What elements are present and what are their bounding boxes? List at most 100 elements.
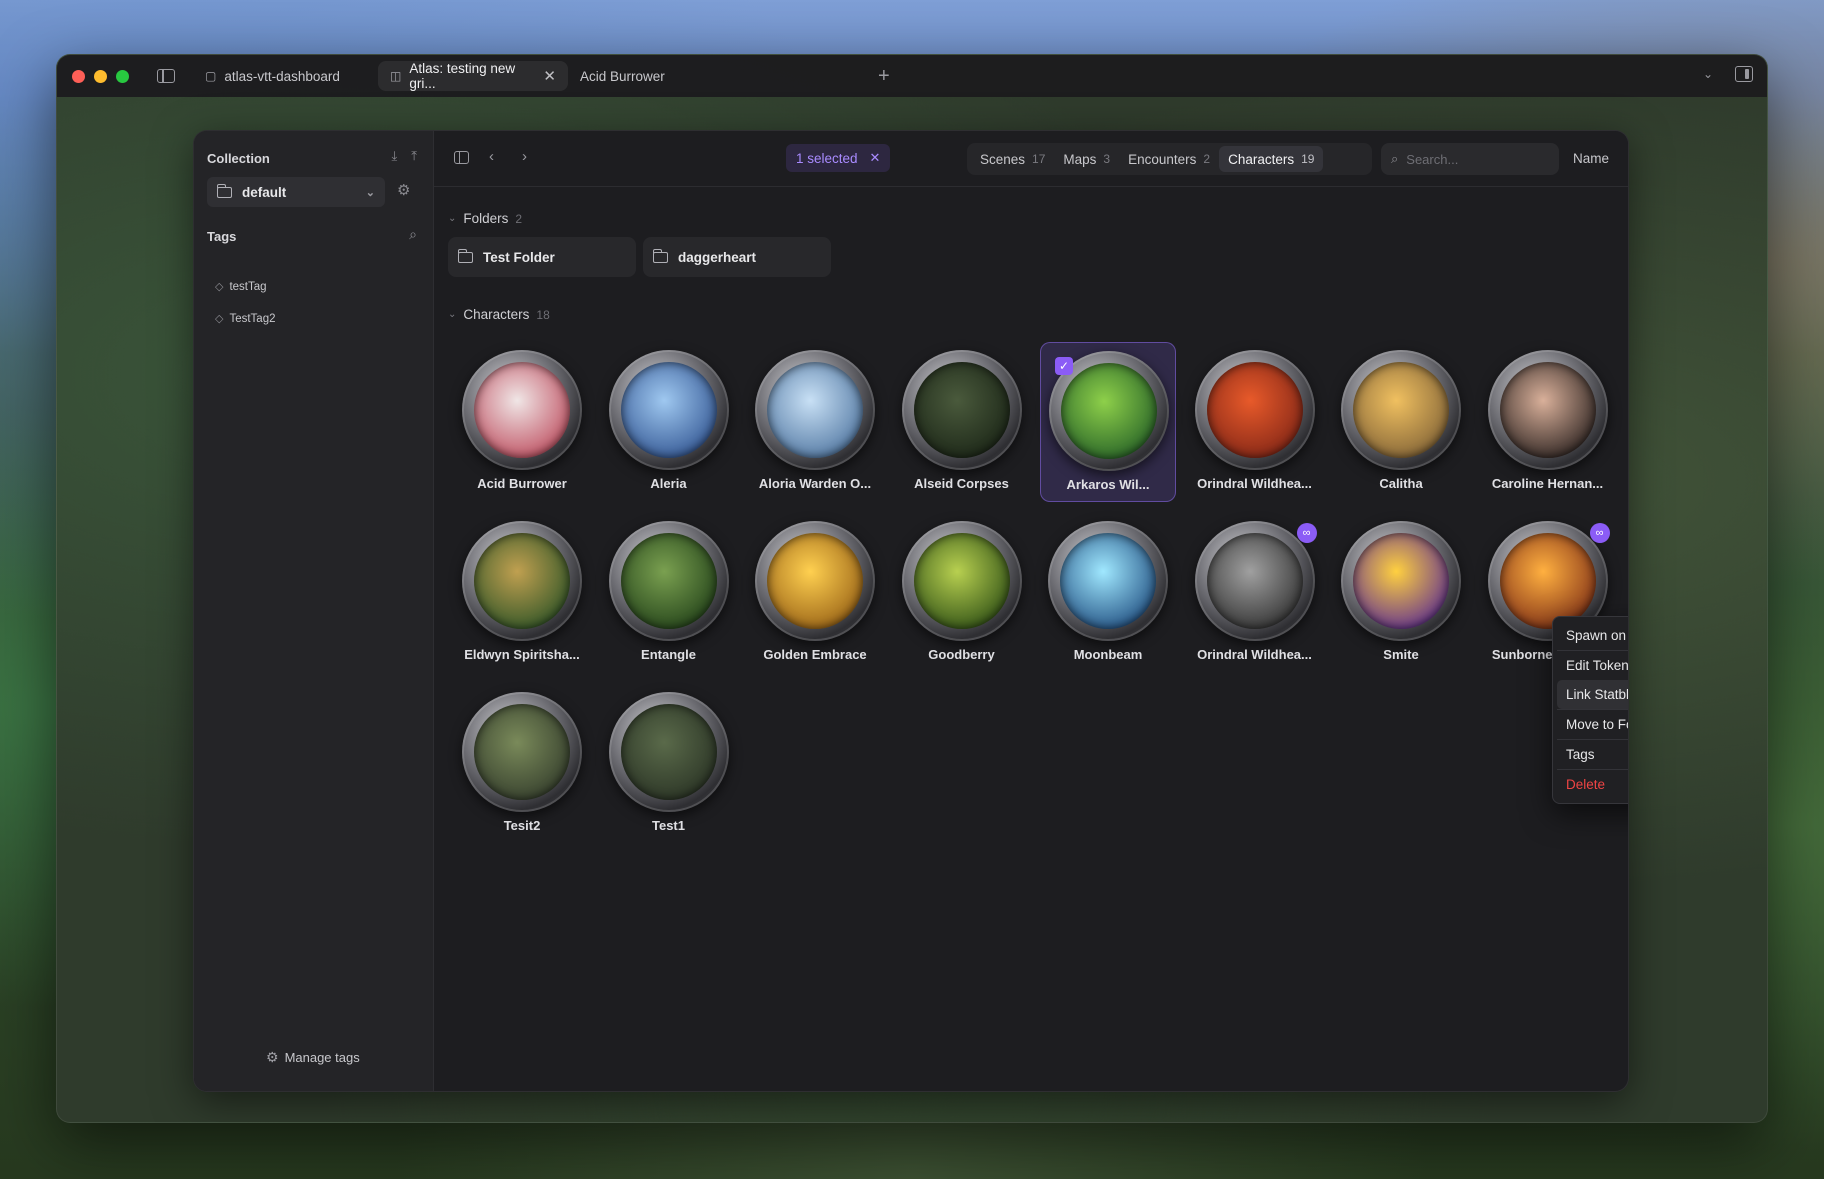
character-token [608, 521, 729, 641]
character-name: Alseid Corpses [914, 476, 1009, 491]
character-card[interactable]: Acid Burrower [454, 342, 590, 502]
character-card[interactable]: Entangle [601, 513, 737, 673]
character-card[interactable]: Aleria [601, 342, 737, 502]
collection-heading: Collection [207, 151, 270, 166]
menu-item-move-to-folder[interactable]: Move to Folder [1557, 710, 1628, 739]
clear-selection-icon[interactable]: ✕ [870, 150, 881, 166]
character-name: Orindral Wildhea... [1197, 476, 1312, 491]
character-name: Caroline Hernan... [1491, 476, 1604, 491]
character-card[interactable]: Eldwyn Spiritsha... [454, 513, 590, 673]
folder-icon [457, 248, 473, 263]
search-icon[interactable]: ⌕ [409, 226, 417, 243]
character-card[interactable]: Calitha [1333, 342, 1469, 502]
character-token [755, 521, 875, 641]
character-portrait [913, 362, 1010, 458]
character-name: Aleria [650, 476, 687, 491]
gear-icon[interactable]: ⚙ [397, 181, 410, 199]
search-input[interactable] [1406, 151, 1537, 167]
character-portrait [1061, 363, 1157, 459]
folder-card-daggerheart[interactable]: daggerheart [643, 237, 831, 277]
character-portrait [1499, 362, 1596, 458]
character-token [608, 350, 729, 470]
character-token [462, 350, 582, 470]
character-portrait [1499, 533, 1596, 629]
tab-encounters[interactable]: Encounters 2 [1119, 146, 1219, 172]
tab-characters[interactable]: Characters 19 [1219, 146, 1324, 172]
chevron-down-icon[interactable]: ⌄ [1703, 67, 1713, 81]
character-token [901, 350, 1022, 470]
character-card[interactable]: ✓ Arkaros Wil... [1040, 342, 1176, 502]
export-icon[interactable]: ⤒ [411, 148, 417, 164]
new-tab-icon[interactable]: + [878, 65, 890, 88]
menu-item-edit-token[interactable]: Edit Token [1557, 651, 1628, 680]
browser-tab-acid-burrower[interactable]: Acid Burrower [568, 61, 768, 91]
folder-icon [652, 248, 668, 263]
browser-tab-dashboard[interactable]: ▢ atlas-vtt-dashboard [193, 61, 378, 91]
character-card[interactable]: Orindral Wildhea... [1187, 342, 1323, 502]
character-portrait [1206, 533, 1303, 629]
character-name: Golden Embrace [763, 647, 867, 662]
tag-item-testtag2[interactable]: ◇ TestTag2 [215, 312, 276, 326]
tags-heading: Tags [207, 229, 237, 244]
tab-scenes[interactable]: Scenes 17 [971, 146, 1054, 172]
back-button[interactable]: ‹ [489, 148, 494, 165]
characters-section-header[interactable]: ⌄ Characters 18 [448, 307, 550, 322]
character-name: Test1 [652, 818, 685, 833]
search-box: ⌕ [1381, 143, 1559, 175]
character-card[interactable]: Alseid Corpses [894, 342, 1030, 502]
tag-icon: ◇ [215, 281, 224, 293]
forward-button[interactable]: › [522, 148, 527, 165]
window-controls [72, 69, 129, 83]
browser-sidebar-icon[interactable] [157, 69, 175, 83]
tab-maps[interactable]: Maps 3 [1054, 146, 1119, 172]
minimize-window-button[interactable] [94, 69, 107, 83]
character-card[interactable]: ∞ Orindral Wildhea... [1187, 513, 1323, 673]
folder-card-test-folder[interactable]: Test Folder [448, 237, 636, 277]
sort-field-select[interactable]: Name [1573, 151, 1609, 166]
folders-section-header[interactable]: ⌄ Folders 2 [448, 211, 522, 226]
link-statblock-badge-icon: ∞ [1589, 523, 1610, 543]
character-card[interactable]: Aloria Warden O... [747, 342, 883, 502]
character-token [901, 521, 1022, 641]
character-portrait [1060, 533, 1156, 629]
chevron-down-icon: ⌄ [448, 309, 457, 320]
character-name: Moonbeam [1073, 647, 1143, 662]
character-name: Acid Burrower [477, 476, 567, 491]
character-token [1487, 350, 1608, 470]
character-portrait [620, 362, 717, 458]
character-card[interactable]: Moonbeam [1040, 513, 1176, 673]
selected-checkbox-icon[interactable]: ✓ [1055, 357, 1073, 375]
menu-item-tags[interactable]: Tags [1557, 740, 1628, 769]
character-card[interactable]: Test1 [601, 684, 737, 844]
menu-item-delete[interactable]: Delete [1557, 770, 1628, 799]
character-name: Tesit2 [503, 818, 541, 833]
character-token [1194, 521, 1315, 641]
menu-item-link-statblock[interactable]: Link Statblock [1557, 680, 1628, 709]
collection-select[interactable]: default ⌄ [207, 177, 385, 207]
character-card[interactable]: Smite [1333, 513, 1469, 673]
browser-tab-atlas[interactable]: ◫ Atlas: testing new gri... ✕ [378, 61, 568, 91]
folder-icon [216, 183, 232, 198]
character-token [1341, 350, 1461, 470]
chevron-down-icon: ⌄ [365, 186, 375, 199]
link-statblock-badge-icon: ∞ [1296, 523, 1317, 543]
character-card[interactable]: Golden Embrace [747, 513, 883, 673]
import-icon[interactable]: ⤓ [392, 148, 398, 164]
character-portrait [767, 533, 863, 629]
character-name: Calitha [1379, 476, 1423, 491]
character-name: Eldwyn Spiritsha... [464, 647, 580, 662]
character-portrait [913, 533, 1010, 629]
collection-actions: ⤓ ⤒ [392, 148, 418, 164]
character-card[interactable]: Tesit2 [454, 684, 590, 844]
manage-tags-button[interactable]: ⚙ Manage tags [266, 1049, 360, 1066]
character-portrait [474, 362, 570, 458]
character-card[interactable]: Caroline Hernan... [1480, 342, 1616, 502]
close-tab-icon[interactable]: ✕ [543, 67, 556, 85]
toggle-sidebar-button[interactable] [454, 151, 469, 164]
menu-item-spawn-on-map[interactable]: Spawn on Map [1557, 621, 1628, 650]
browser-sidebar-right-icon[interactable] [1735, 66, 1753, 82]
close-window-button[interactable] [72, 69, 85, 83]
maximize-window-button[interactable] [116, 69, 129, 83]
character-card[interactable]: Goodberry [894, 513, 1030, 673]
tag-item-testtag[interactable]: ◇ testTag [215, 280, 267, 294]
